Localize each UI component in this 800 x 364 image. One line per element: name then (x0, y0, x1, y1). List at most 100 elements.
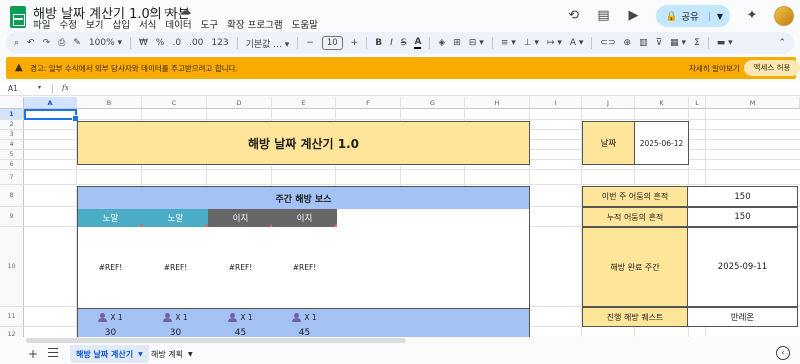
share-button[interactable]: 🔒 공유 ▼ (655, 5, 730, 27)
row-header-5[interactable]: 5 (0, 150, 24, 160)
column-header-g[interactable]: G (401, 97, 465, 109)
font-size-increase-button[interactable]: + (351, 38, 359, 48)
fill-color-icon[interactable]: ◈ (438, 38, 445, 48)
column-header-h[interactable]: H (465, 97, 530, 109)
paint-format-icon[interactable]: ✎ (73, 38, 81, 48)
print-icon[interactable]: ⎙ (58, 38, 65, 48)
filter-icon[interactable]: ⊽ (656, 38, 663, 48)
merge-cells-icon[interactable]: ⊟ ▾ (469, 38, 484, 48)
borders-icon[interactable]: ⊞ (453, 38, 461, 48)
boss-image-ref-4[interactable]: #REF! (272, 263, 337, 272)
date-label[interactable]: 날짜 (582, 121, 635, 165)
column-header-a[interactable]: A (24, 97, 77, 109)
difficulty-cell-4[interactable]: 이지 (272, 209, 337, 227)
search-menus-icon[interactable]: ⌕ (14, 38, 19, 48)
date-value[interactable]: 2025-06-12 (635, 121, 689, 165)
horizontal-align-icon[interactable]: ≡ ▾ (501, 38, 516, 48)
stat-value[interactable]: 150 (688, 207, 798, 227)
menu-tools[interactable]: 도구 (201, 17, 218, 31)
party-size-3[interactable]: X 1 (208, 313, 273, 322)
zoom-select[interactable]: 100% ▾ (89, 38, 122, 48)
percent-format-button[interactable]: % (156, 38, 165, 48)
difficulty-cell-2[interactable]: 노말 (143, 209, 208, 227)
undo-icon[interactable]: ↶ (27, 38, 35, 48)
row-header-9[interactable]: 9 (0, 207, 24, 227)
increase-decimal-button[interactable]: .00 (189, 38, 203, 48)
selected-cell-a1[interactable] (24, 109, 79, 122)
currency-format-button[interactable]: ₩ (139, 38, 148, 48)
party-size-1[interactable]: X 1 (78, 313, 143, 322)
column-header-j[interactable]: J (582, 97, 635, 109)
select-all-corner[interactable] (0, 97, 24, 109)
menu-help[interactable]: 도움말 (292, 17, 318, 31)
share-main[interactable]: 🔒 공유 (656, 9, 709, 24)
collapse-toolbar-icon[interactable]: ⌃ (778, 38, 786, 48)
menu-insert[interactable]: 삽입 (112, 17, 129, 31)
calculator-title[interactable]: 해방 날짜 계산기 1.0 (77, 121, 530, 165)
bold-button[interactable]: B (375, 38, 382, 48)
vertical-align-icon[interactable]: ⊥ ▾ (524, 38, 539, 48)
tab-calculator[interactable]: 해방 날짜 계산기 ▼ (70, 345, 149, 363)
boss-image-ref-1[interactable]: #REF! (78, 263, 143, 272)
avatar[interactable] (774, 6, 794, 26)
input-tools-icon[interactable]: ▬ ▾ (717, 38, 733, 48)
boss-image-ref-2[interactable]: #REF! (143, 263, 208, 272)
filter-views-icon[interactable]: ▦ ▾ (670, 38, 686, 48)
learn-more-link[interactable]: 자세히 알아보기 (689, 63, 740, 74)
menu-view[interactable]: 보기 (86, 17, 103, 31)
menu-format[interactable]: 서식 (139, 17, 156, 31)
stat-value[interactable]: 반레온 (688, 307, 798, 327)
chevron-down-icon[interactable]: ▼ (708, 11, 730, 21)
menu-extensions[interactable]: 확장 프로그램 (227, 17, 282, 31)
stat-label[interactable]: 이번 주 어둠의 흔적 (582, 186, 688, 207)
row-header-1[interactable]: 1 (0, 109, 24, 120)
stat-label[interactable]: 해방 완료 주간 (582, 227, 688, 307)
functions-icon[interactable]: Σ (694, 38, 700, 48)
menu-data[interactable]: 데이터 (165, 17, 191, 31)
stat-value[interactable]: 2025-09-11 (688, 227, 798, 307)
row-header-2[interactable]: 2 (0, 120, 24, 130)
name-box[interactable]: A1 (8, 84, 18, 93)
boss-image-ref-3[interactable]: #REF! (208, 263, 273, 272)
row-header-12[interactable]: 12 (0, 327, 24, 337)
italic-button[interactable]: I (390, 38, 393, 48)
party-size-4[interactable]: X 1 (272, 313, 337, 322)
allow-access-button[interactable]: 액세스 허용 (744, 60, 800, 76)
stat-value[interactable]: 150 (688, 186, 798, 207)
text-rotation-icon[interactable]: A ▾ (570, 38, 584, 48)
move-folder-icon[interactable]: ▭ (164, 4, 174, 17)
text-wrap-icon[interactable]: ↦ ▾ (547, 38, 562, 48)
difficulty-cell-1[interactable]: 노말 (78, 209, 143, 227)
font-select[interactable]: 기본값 ... ▾ (246, 37, 290, 50)
cloud-status-icon[interactable]: ☁ (180, 4, 191, 17)
stat-label[interactable]: 누적 어둠의 흔적 (582, 207, 688, 227)
meet-icon[interactable]: ▶ (626, 8, 642, 24)
chevron-down-icon[interactable]: ▾ (38, 84, 41, 91)
history-icon[interactable]: ⟲ (566, 8, 582, 24)
insert-chart-icon[interactable]: ▥ (639, 38, 648, 48)
column-header-b[interactable]: B (77, 97, 142, 109)
explore-icon[interactable]: ‹ (776, 346, 790, 360)
row-header-8[interactable]: 8 (0, 185, 24, 207)
column-header-m[interactable]: M (706, 97, 800, 109)
trace-value-2[interactable]: 30 (143, 328, 208, 337)
chevron-down-icon[interactable]: ▼ (138, 351, 143, 358)
column-header-e[interactable]: E (272, 97, 336, 109)
stat-label[interactable]: 진행 해방 퀘스트 (582, 307, 688, 327)
difficulty-cell-3[interactable]: 이지 (208, 209, 273, 227)
insert-link-icon[interactable]: ⊂⊃ (600, 38, 615, 48)
insert-comment-icon[interactable]: ⊕ (624, 38, 632, 48)
party-size-2[interactable]: X 1 (143, 313, 208, 322)
text-color-button[interactable]: A (414, 37, 422, 49)
row-header-3[interactable]: 3 (0, 130, 24, 140)
boss-header[interactable]: 주간 해방 보스 (78, 187, 529, 209)
column-header-i[interactable]: I (530, 97, 582, 109)
decrease-decimal-button[interactable]: .0 (172, 38, 181, 48)
star-icon[interactable]: ☆ (148, 4, 158, 17)
all-sheets-icon[interactable] (48, 348, 58, 357)
sheets-logo-icon[interactable] (10, 6, 26, 28)
comment-icon[interactable]: ▤ (596, 8, 612, 24)
redo-icon[interactable]: ↷ (43, 38, 51, 48)
gemini-icon[interactable]: ✦ (744, 8, 760, 24)
trace-value-4[interactable]: 45 (272, 328, 337, 337)
